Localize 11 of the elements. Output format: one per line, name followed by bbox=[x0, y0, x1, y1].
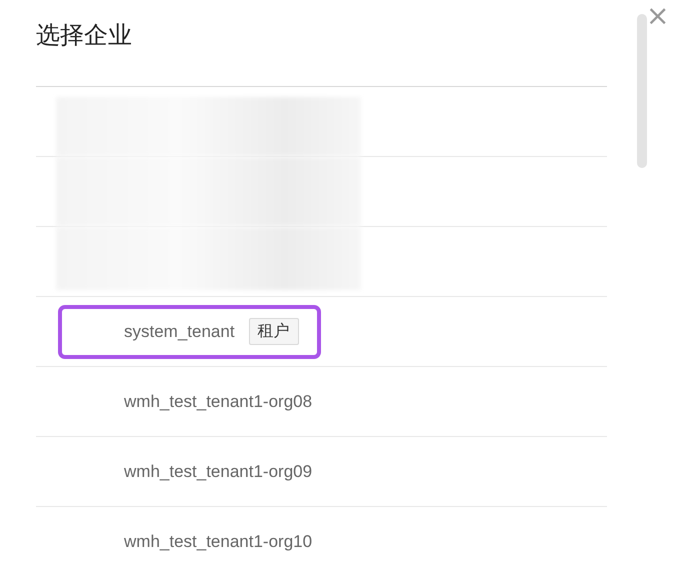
dialog-title: 选择企业 bbox=[36, 21, 132, 49]
tenant-item[interactable]: wmh_test_tenant1-org08 bbox=[36, 392, 312, 412]
tenant-item[interactable]: wmh_test_tenant1-org09 bbox=[36, 462, 312, 482]
tenant-name: wmh_test_tenant1-org08 bbox=[123, 392, 312, 412]
highlight-frame[interactable]: system_tenant 租户 bbox=[58, 304, 321, 358]
scrollbar-thumb[interactable] bbox=[637, 14, 647, 168]
tenant-name: system_tenant bbox=[123, 322, 235, 342]
tenant-item[interactable]: wmh_test_tenant1-org10 bbox=[36, 532, 312, 552]
tenant-name: wmh_test_tenant1-org10 bbox=[123, 532, 312, 552]
tenant-tag: 租户 bbox=[248, 318, 299, 345]
tenant-name: wmh_test_tenant1-org09 bbox=[123, 462, 312, 482]
